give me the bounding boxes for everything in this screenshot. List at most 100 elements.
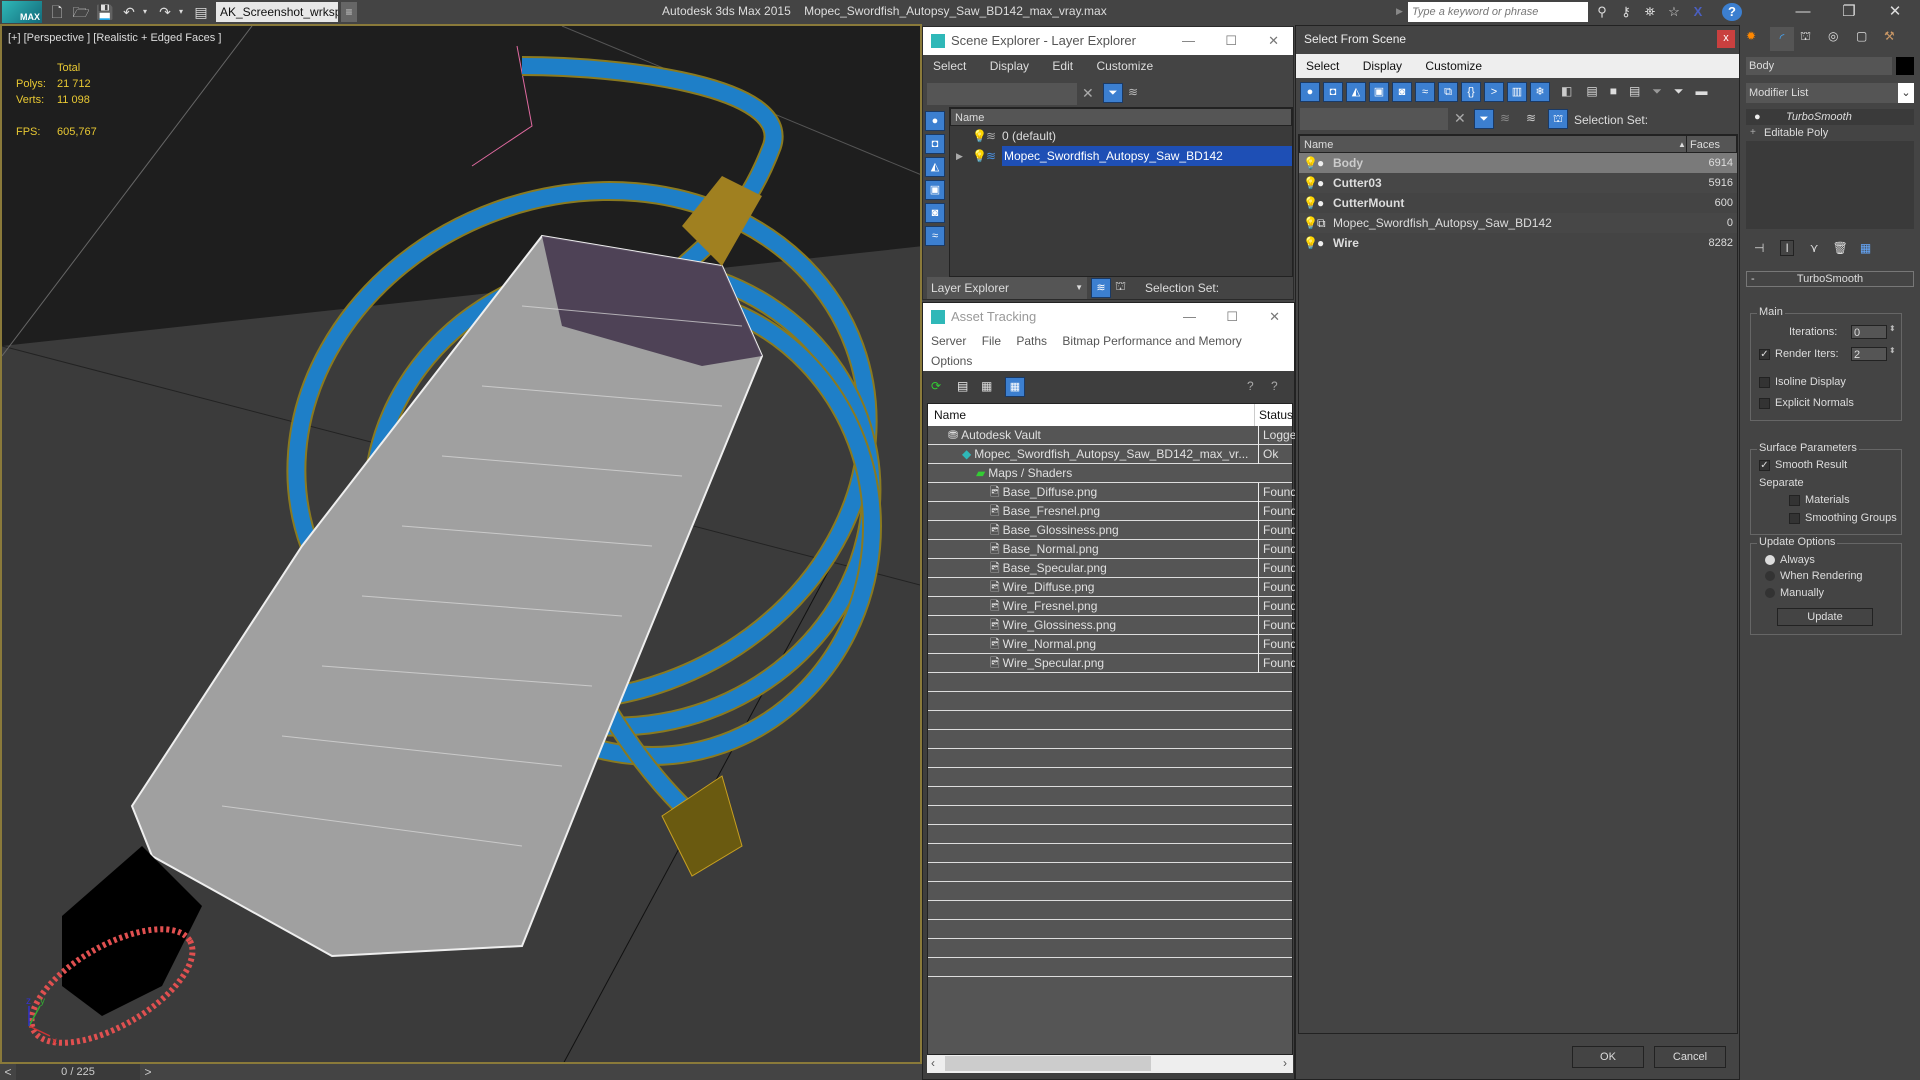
prev-frame-button[interactable]: <: [0, 1064, 16, 1080]
search-expand-icon[interactable]: ▶: [1396, 6, 1403, 17]
visibility-bulb-icon[interactable]: 💡: [1303, 173, 1318, 193]
expand-plus-icon[interactable]: +: [1750, 125, 1756, 141]
smooth-result-checkbox[interactable]: ✓ Smooth Result: [1759, 459, 1847, 471]
horizontal-scrollbar[interactable]: ‹ ›: [927, 1055, 1293, 1073]
scroll-right-icon[interactable]: ›: [1283, 1056, 1287, 1070]
cancel-button[interactable]: Cancel: [1654, 1046, 1726, 1068]
remove-modifier-icon[interactable]: 🗑: [1833, 241, 1848, 255]
minimize-button[interactable]: —: [1183, 303, 1196, 331]
minimize-button[interactable]: —: [1182, 27, 1195, 55]
modifier-on-bulb-icon[interactable]: ●: [1754, 109, 1761, 125]
scene-search-input[interactable]: [927, 83, 1077, 105]
help-icon[interactable]: ?: [1722, 3, 1742, 21]
object-row[interactable]: 💡 ● Body 6914: [1299, 153, 1737, 173]
layer-view-icon[interactable]: ≋: [1526, 111, 1536, 125]
layer-row[interactable]: ▶ 💡 ≋ Mopec_Swordfish_Autopsy_Saw_BD142: [950, 146, 1292, 166]
menu-paths[interactable]: Paths: [1010, 331, 1053, 351]
asset-row[interactable]: ▰ Maps / Shaders: [928, 464, 1292, 483]
close-button[interactable]: x: [1717, 30, 1735, 48]
column-name[interactable]: Name: [934, 404, 966, 426]
new-file-icon[interactable]: 🗋: [48, 3, 66, 21]
smoothing-groups-checkbox[interactable]: Smoothing Groups: [1789, 512, 1897, 524]
asset-row[interactable]: 🖻 Wire_Normal.png Found: [928, 635, 1297, 654]
filter-icon[interactable]: ⏷: [1103, 83, 1123, 103]
help-icon[interactable]: ?: [1247, 379, 1254, 393]
menu-bitmap-performance[interactable]: Bitmap Performance and Memory: [1056, 331, 1247, 351]
context-help-icon[interactable]: ?: [1271, 379, 1278, 393]
when-rendering-radio[interactable]: When Rendering: [1765, 570, 1863, 582]
menu-customize[interactable]: Customize: [1415, 54, 1492, 78]
next-frame-button[interactable]: >: [140, 1064, 156, 1080]
project-folder-icon[interactable]: ▤: [192, 3, 210, 21]
asset-row[interactable]: ⛃Autodesk Vault Logged: [928, 426, 1298, 445]
create-tab-icon[interactable]: ✹: [1746, 29, 1756, 43]
save-icon[interactable]: 💾: [96, 3, 114, 21]
redo-dropdown-icon[interactable]: ▾: [172, 3, 190, 21]
scene-explorer-titlebar[interactable]: Scene Explorer - Layer Explorer — ☐ ✕: [923, 27, 1293, 55]
shapes-filter-icon[interactable]: ◘: [1323, 82, 1343, 102]
layer-view-icon[interactable]: ≋: [1091, 278, 1111, 298]
stack-item-turbosmooth[interactable]: ● TurboSmooth: [1746, 109, 1914, 125]
spacewarps-filter-icon[interactable]: ≈: [925, 226, 945, 246]
materials-checkbox[interactable]: Materials: [1789, 494, 1850, 506]
restore-button[interactable]: ❐: [1826, 0, 1872, 24]
visibility-bulb-icon[interactable]: 💡: [1303, 213, 1318, 233]
cameras-filter-icon[interactable]: ▣: [1369, 82, 1389, 102]
modifier-list-dropdown[interactable]: Modifier List ⌄: [1746, 83, 1914, 103]
show-end-result-icon[interactable]: I: [1780, 240, 1794, 256]
scroll-left-icon[interactable]: ‹: [931, 1056, 935, 1070]
column-faces[interactable]: Faces: [1686, 136, 1736, 154]
maximize-button[interactable]: ☐: [1226, 303, 1238, 331]
workspace-dropdown[interactable]: AK_Screenshot_wrksp: [216, 2, 338, 22]
quick-access-menu-icon[interactable]: ≡: [341, 2, 357, 22]
helpers-filter-icon[interactable]: ◙: [925, 203, 945, 223]
favorites-star-icon[interactable]: ☆: [1664, 3, 1684, 21]
column-name[interactable]: Name: [950, 108, 1292, 126]
hierarchy-view-icon[interactable]: ⛫: [1115, 279, 1126, 295]
asset-row[interactable]: 🖻 Base_Normal.png Found: [928, 540, 1297, 559]
table-view-icon[interactable]: ▦: [1005, 377, 1025, 397]
column-status[interactable]: Status: [1254, 404, 1293, 426]
object-row[interactable]: 💡 ● CutterMount 600: [1299, 193, 1737, 213]
asset-row[interactable]: 🖻 Wire_Fresnel.png Found: [928, 597, 1297, 616]
scrollbar-thumb[interactable]: [945, 1056, 1151, 1071]
layers-highlight-icon[interactable]: ≋: [1500, 111, 1510, 125]
close-button[interactable]: ✕: [1269, 303, 1280, 331]
manually-radio[interactable]: Manually: [1765, 587, 1824, 599]
time-slider[interactable]: < 0 / 225 >: [0, 1064, 922, 1080]
helpers-filter-icon[interactable]: ◙: [1392, 82, 1412, 102]
render-iters-checkbox[interactable]: ✓ Render Iters:: [1759, 348, 1839, 360]
menu-edit[interactable]: Edit: [1042, 55, 1083, 77]
select-from-scene-titlebar[interactable]: Select From Scene x: [1296, 26, 1739, 54]
spinner-arrows-icon[interactable]: ⬍: [1889, 324, 1896, 333]
always-radio[interactable]: Always: [1765, 554, 1815, 566]
utilities-tab-icon[interactable]: ⚒: [1884, 29, 1895, 43]
display-all-icon[interactable]: ▤: [1586, 84, 1597, 98]
layer-row[interactable]: 💡 ≋ 0 (default): [950, 126, 1292, 146]
frozen-filter-icon[interactable]: ❄: [1530, 82, 1550, 102]
satellite-icon[interactable]: ⛯: [1640, 3, 1660, 21]
asset-row[interactable]: ◆ Mopec_Swordfish_Autopsy_Saw_BD142_max_v…: [928, 445, 1292, 464]
hierarchy-view-icon[interactable]: ⛫: [1548, 109, 1568, 129]
asset-row[interactable]: 🖻 Base_Glossiness.png Found: [928, 521, 1297, 540]
close-button[interactable]: ✕: [1268, 27, 1279, 55]
filter-options-icon[interactable]: ⏷: [1674, 84, 1684, 98]
asset-row[interactable]: 🖻 Wire_Glossiness.png Found: [928, 616, 1297, 635]
layers-highlight-icon[interactable]: ≋: [1128, 85, 1138, 99]
open-file-icon[interactable]: 🗁: [72, 3, 90, 21]
column-name[interactable]: Name: [1304, 139, 1333, 151]
explicit-normals-checkbox[interactable]: Explicit Normals: [1759, 397, 1854, 409]
clear-search-icon[interactable]: ✕: [1082, 85, 1094, 102]
object-row[interactable]: 💡 ● Wire 8282: [1299, 233, 1737, 253]
asset-row[interactable]: 🖻 Wire_Specular.png Found: [928, 654, 1297, 673]
containers-filter-icon[interactable]: ▥: [1507, 82, 1527, 102]
columns-icon[interactable]: ▬: [1696, 84, 1708, 98]
ok-button[interactable]: OK: [1572, 1046, 1644, 1068]
filter-funnel-icon[interactable]: ⏷: [1652, 84, 1662, 98]
sort-ascending-icon[interactable]: ▲: [1678, 136, 1686, 154]
exchange-x-icon[interactable]: X: [1688, 3, 1708, 21]
geometry-filter-icon[interactable]: ●: [925, 111, 945, 131]
list-view-icon[interactable]: ▤: [957, 379, 968, 393]
geometry-filter-icon[interactable]: ●: [1300, 82, 1320, 102]
invert-display-icon[interactable]: ▤: [1629, 84, 1640, 98]
